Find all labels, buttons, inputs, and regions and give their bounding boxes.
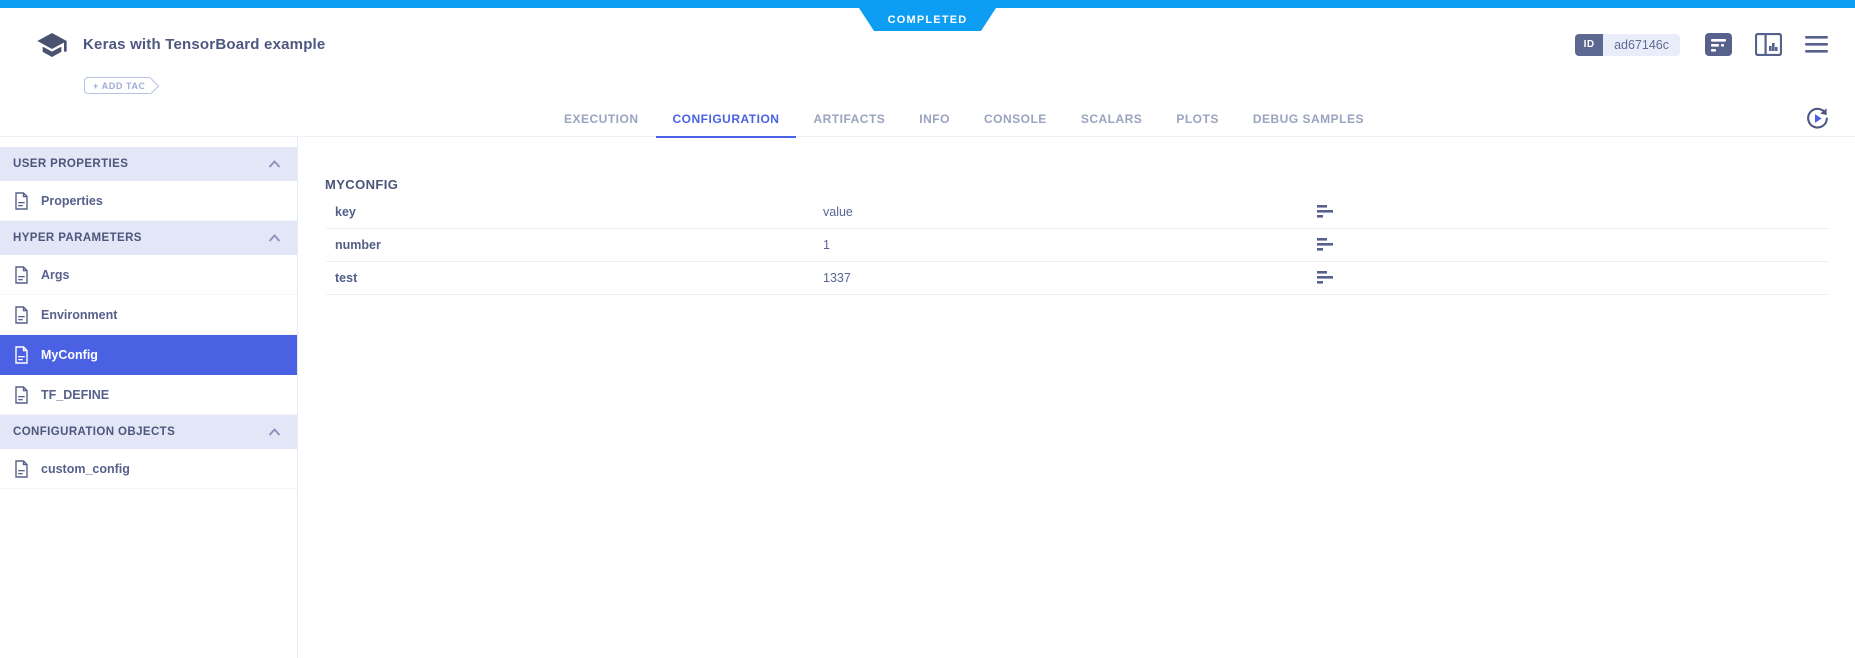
tab-scalars[interactable]: SCALARS [1064, 100, 1160, 137]
sidebar-item-label: Args [41, 268, 69, 282]
sidebar-item-args[interactable]: Args [0, 255, 297, 295]
document-icon [14, 386, 29, 404]
document-icon [14, 266, 29, 284]
sidebar-item-label: custom_config [41, 462, 130, 476]
add-tag-button[interactable]: + ADD TAG [84, 77, 150, 94]
config-section-title: MYCONFIG [325, 177, 398, 192]
sidebar-item-properties[interactable]: Properties [0, 181, 297, 221]
view-text-button[interactable] [1317, 205, 1335, 218]
top-status-strip [0, 0, 1855, 8]
view-text-button[interactable] [1317, 271, 1335, 284]
sidebar-item-environment[interactable]: Environment [0, 295, 297, 335]
document-icon [14, 306, 29, 324]
section-title: USER PROPERTIES [13, 158, 128, 170]
chevron-up-icon [268, 160, 281, 168]
details-view-button[interactable] [1705, 33, 1732, 56]
status-badge: COMPLETED [859, 8, 996, 31]
sidebar-item-label: Properties [41, 194, 103, 208]
param-key: test [326, 271, 823, 285]
sidebar-item-tf-define[interactable]: TF_DEFINE [0, 375, 297, 415]
param-key: key [326, 205, 823, 219]
document-icon [14, 192, 29, 210]
align-left-icon [1317, 238, 1335, 251]
tabs: EXECUTION CONFIGURATION ARTIFACTS INFO C… [547, 100, 1381, 137]
id-value: ad67146c [1603, 34, 1680, 56]
id-label: ID [1575, 34, 1603, 56]
header-actions: ID ad67146c [1575, 33, 1828, 56]
tab-console[interactable]: CONSOLE [967, 100, 1064, 137]
chevron-up-icon [268, 234, 281, 242]
tab-plots[interactable]: PLOTS [1159, 100, 1236, 137]
sidebar-item-custom-config[interactable]: custom_config [0, 449, 297, 489]
hamburger-menu-icon [1805, 36, 1828, 53]
tab-artifacts[interactable]: ARTIFACTS [796, 100, 902, 137]
parameters-table: key value number 1 test 1337 [326, 196, 1829, 295]
page-title: Keras with TensorBoard example [83, 36, 325, 53]
tab-configuration[interactable]: CONFIGURATION [656, 100, 797, 137]
tab-info[interactable]: INFO [902, 100, 967, 137]
document-icon [14, 460, 29, 478]
sidebar-item-label: TF_DEFINE [41, 388, 109, 402]
table-row: number 1 [326, 229, 1829, 262]
auto-refresh-icon [1804, 105, 1831, 132]
param-value: value [823, 205, 853, 219]
sidebar-item-label: Environment [41, 308, 117, 322]
configuration-sidebar: USER PROPERTIES Properties HYPER PARAMET… [0, 137, 298, 658]
document-icon [14, 346, 29, 364]
view-text-button[interactable] [1317, 238, 1335, 251]
param-value: 1 [823, 238, 830, 252]
experiment-id-badge[interactable]: ID ad67146c [1575, 34, 1680, 56]
split-panel-button[interactable] [1755, 33, 1782, 56]
sidebar-section-configuration-objects[interactable]: CONFIGURATION OBJECTS [0, 415, 297, 449]
auto-refresh-button[interactable] [1803, 104, 1831, 132]
sidebar-section-user-properties[interactable]: USER PROPERTIES [0, 147, 297, 181]
tab-debug-samples[interactable]: DEBUG SAMPLES [1236, 100, 1381, 137]
align-left-icon [1705, 33, 1732, 56]
section-title: HYPER PARAMETERS [13, 232, 142, 244]
align-left-icon [1317, 271, 1335, 284]
sidebar-item-label: MyConfig [41, 348, 98, 362]
menu-button[interactable] [1805, 36, 1828, 53]
param-value: 1337 [823, 271, 851, 285]
sidebar-section-hyper-parameters[interactable]: HYPER PARAMETERS [0, 221, 297, 255]
chevron-up-icon [268, 428, 281, 436]
table-row: key value [326, 196, 1829, 229]
section-title: CONFIGURATION OBJECTS [13, 426, 175, 438]
table-row: test 1337 [326, 262, 1829, 295]
align-left-icon [1317, 205, 1335, 218]
tabs-bar: EXECUTION CONFIGURATION ARTIFACTS INFO C… [0, 100, 1855, 137]
tab-execution[interactable]: EXECUTION [547, 100, 656, 137]
status-badge-label: COMPLETED [888, 14, 968, 26]
param-key: number [326, 238, 823, 252]
experiment-type-icon [36, 29, 68, 61]
split-panel-chart-icon [1755, 33, 1782, 56]
sidebar-item-myconfig[interactable]: MyConfig [0, 335, 297, 375]
